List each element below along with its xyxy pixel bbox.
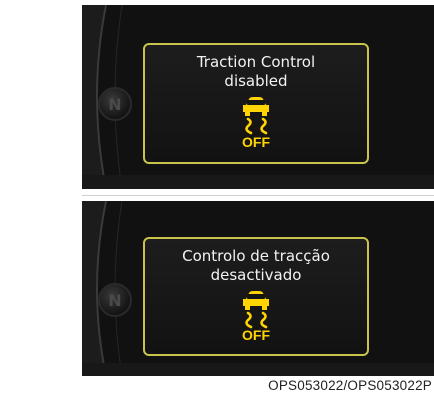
message-line-2: disabled — [224, 72, 288, 90]
indicator-off-label: OFF — [242, 134, 270, 150]
message-line-2: desactivado — [210, 266, 302, 284]
gear-n-icon: N — [98, 283, 132, 317]
message-line-1: Traction Control — [196, 53, 316, 71]
indicator-off-label: OFF — [242, 327, 270, 343]
panel-divider — [82, 195, 434, 196]
gear-n-icon: N — [98, 87, 132, 121]
figure-caption: OPS053022/OPS053022P — [268, 378, 432, 393]
warning-message: Controlo de tracção desactivado — [145, 247, 367, 285]
warning-message: Traction Control disabled — [145, 53, 367, 91]
instrument-cluster-bottom: N Controlo de tracção desactivado OFF — [82, 201, 434, 376]
traction-control-off-icon — [243, 97, 269, 135]
display-frame: Controlo de tracção desactivado OFF — [143, 237, 369, 356]
message-line-1: Controlo de tracção — [182, 247, 330, 265]
traction-control-off-icon — [243, 291, 269, 329]
instrument-cluster-top: N Traction Control disabled OFF — [82, 5, 434, 189]
display-frame: Traction Control disabled OFF — [143, 43, 369, 164]
